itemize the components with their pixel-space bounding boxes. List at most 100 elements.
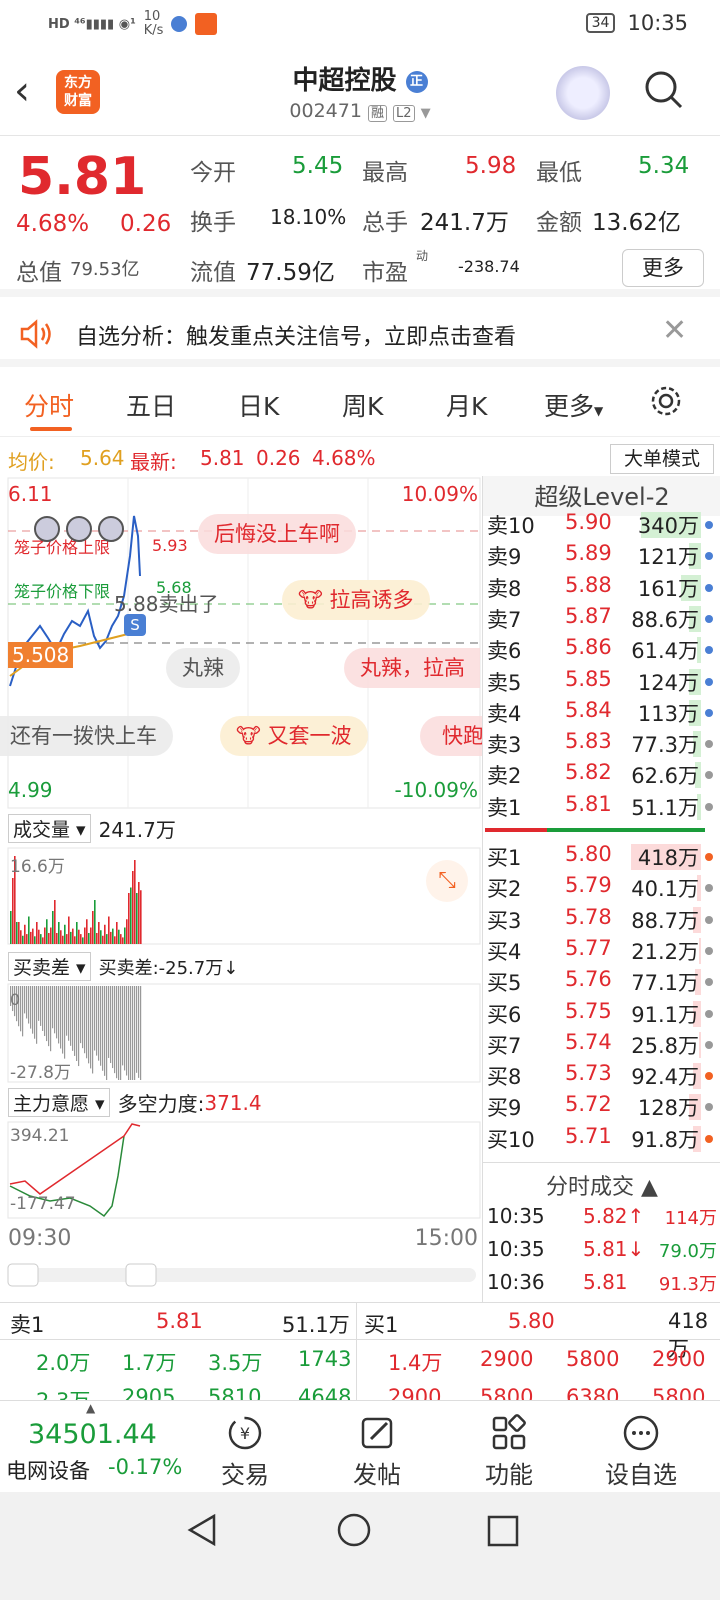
- tab-daily[interactable]: 日K: [238, 387, 279, 423]
- volume-bar: [62, 935, 64, 944]
- volume-bar: [20, 930, 22, 944]
- ask-row[interactable]: 卖2 5.82 62.6万: [483, 760, 720, 791]
- level-label: 卖1: [487, 795, 522, 820]
- limit-down-label: 笼子价格下限: [14, 582, 111, 601]
- bs-bar: [110, 986, 112, 1064]
- bid-row[interactable]: 买3 5.78 88.7万: [483, 905, 720, 936]
- nav-trade[interactable]: ¥ 交易: [200, 1411, 290, 1490]
- bid-row[interactable]: 买5 5.76 77.1万: [483, 967, 720, 998]
- nav-post[interactable]: 发帖: [332, 1411, 422, 1490]
- tab-weekly[interactable]: 周K: [342, 387, 383, 423]
- ask1-vol: 51.1万: [282, 1313, 350, 1337]
- mcap-label: 总值: [16, 260, 62, 286]
- ask-row[interactable]: 卖3 5.83 77.3万: [483, 729, 720, 760]
- more-button[interactable]: 更多: [622, 249, 704, 287]
- volume-max: 16.6万: [10, 857, 65, 877]
- main-dropdown[interactable]: 主力意愿 ▾: [8, 1088, 110, 1117]
- ask-row[interactable]: 卖9 5.89 121万: [483, 541, 720, 572]
- battery-icon: 34: [585, 13, 616, 33]
- bid1-label: 买1: [364, 1313, 399, 1337]
- time-end: 15:00: [414, 1226, 478, 1251]
- chevron-down-icon[interactable]: ▼: [421, 106, 431, 121]
- notice-text: 自选分析：触发重点关注信号，立即点击查看: [76, 325, 517, 350]
- bs-dropdown[interactable]: 买卖差 ▾: [8, 952, 91, 981]
- chart-tabs: 分时 五日 日K 周K 月K 更多▼: [0, 375, 720, 437]
- bs-bar: [124, 986, 126, 1071]
- pe-label: 市盈: [362, 260, 408, 286]
- volume-dropdown[interactable]: 成交量 ▾: [8, 814, 91, 843]
- signal-icon: HD ⁴⁶▮▮▮▮ ◉¹: [48, 16, 136, 32]
- bid-row[interactable]: 买10 5.71 91.8万: [483, 1124, 720, 1155]
- volume-bar: [44, 927, 46, 944]
- volume-bar: [88, 933, 90, 944]
- robot-assistant-icon[interactable]: [556, 66, 610, 120]
- bs-bar: [66, 986, 68, 1036]
- clock: 10:35: [627, 11, 688, 35]
- level-volume: 124万: [637, 670, 699, 695]
- level-label: 卖6: [487, 639, 522, 664]
- tab-intraday[interactable]: 分时: [24, 387, 74, 423]
- level-volume: 62.6万: [631, 764, 699, 789]
- volume-bar: [42, 937, 44, 944]
- volume-bar: [92, 911, 94, 944]
- search-icon[interactable]: [644, 70, 684, 110]
- level-price: 5.72: [565, 1092, 612, 1117]
- ask-row[interactable]: 卖4 5.84 113万: [483, 698, 720, 729]
- sell-marker[interactable]: S: [124, 614, 146, 636]
- ask-row[interactable]: 卖1 5.81 51.1万: [483, 792, 720, 823]
- bid-row[interactable]: 买1 5.80 418万: [483, 842, 720, 873]
- recent-nav-icon[interactable]: [486, 1514, 520, 1548]
- ask-row[interactable]: 卖10 5.90 340万: [483, 510, 720, 541]
- high-value: 5.98: [465, 153, 517, 179]
- tab-more[interactable]: 更多▼: [544, 387, 603, 423]
- volume-bar: [102, 935, 104, 944]
- bs-bar: [82, 986, 84, 1049]
- tab-monthly[interactable]: 月K: [446, 387, 487, 423]
- volume-bar: [40, 934, 42, 944]
- bid-row[interactable]: 买8 5.73 92.4万: [483, 1061, 720, 1092]
- ask-row[interactable]: 卖8 5.88 161万: [483, 573, 720, 604]
- bid1-price: 5.80: [508, 1309, 555, 1333]
- home-nav-icon[interactable]: [336, 1512, 372, 1548]
- bottom-quotes: 卖1 5.81 51.1万 买1 5.80 418万 2.0万 1.7万 3.5万 1…: [0, 1302, 720, 1413]
- level-price: 5.80: [565, 842, 612, 866]
- volume-bar: [26, 934, 28, 944]
- dot-icon: [705, 884, 713, 893]
- bs-min: -27.8万: [10, 1063, 71, 1083]
- bid-row[interactable]: 买7 5.74 25.8万: [483, 1030, 720, 1061]
- avg-value: 5.64: [80, 446, 125, 470]
- danmaku-bubble: 后悔没上车啊: [198, 514, 356, 554]
- dot-icon: [705, 1103, 713, 1112]
- level-volume: 77.3万: [631, 733, 699, 758]
- bid-row[interactable]: 买6 5.75 91.1万: [483, 999, 720, 1030]
- notice-bar[interactable]: 自选分析：触发重点关注信号，立即点击查看 ✕: [0, 305, 720, 367]
- nav-function[interactable]: 功能: [464, 1411, 554, 1490]
- close-icon[interactable]: ✕: [662, 313, 687, 348]
- nav-add-watchlist[interactable]: 设自选: [596, 1411, 686, 1490]
- ask-row[interactable]: 卖6 5.86 61.4万: [483, 635, 720, 666]
- expand-icon[interactable]: ⤡: [426, 860, 468, 902]
- back-nav-icon[interactable]: [184, 1512, 220, 1548]
- volume-bar: [120, 934, 122, 944]
- dot-icon: [705, 771, 713, 780]
- trades-title[interactable]: 分时成交 ▲: [483, 1162, 720, 1201]
- ask1-price: 5.81: [156, 1309, 203, 1333]
- bs-bar: [26, 986, 28, 1019]
- tab-5day[interactable]: 五日: [126, 387, 176, 423]
- ask-row[interactable]: 卖5 5.85 124万: [483, 667, 720, 698]
- detail-cell: 5800: [566, 1347, 620, 1371]
- ask-row[interactable]: 卖7 5.87 88.6万: [483, 604, 720, 635]
- index-value[interactable]: 34501.44: [28, 1419, 157, 1450]
- bid-row[interactable]: 买2 5.79 40.1万: [483, 873, 720, 904]
- level-volume: 51.1万: [631, 795, 699, 820]
- volume-bar: [98, 922, 100, 944]
- trade-time: 10:35: [487, 1204, 545, 1228]
- bid-row[interactable]: 买4 5.77 21.2万: [483, 936, 720, 967]
- big-order-mode-button[interactable]: 大单模式: [610, 444, 714, 474]
- bid-row[interactable]: 买9 5.72 128万: [483, 1092, 720, 1123]
- gear-icon[interactable]: [648, 383, 684, 419]
- dot-icon: [705, 1134, 713, 1143]
- bs-bar: [62, 986, 64, 1054]
- bs-bar: [86, 986, 88, 1059]
- intraday-chart[interactable]: 6.11 10.09% 4.99 -10.09% 后悔没上车啊 笼子价格上限 5…: [0, 476, 482, 1316]
